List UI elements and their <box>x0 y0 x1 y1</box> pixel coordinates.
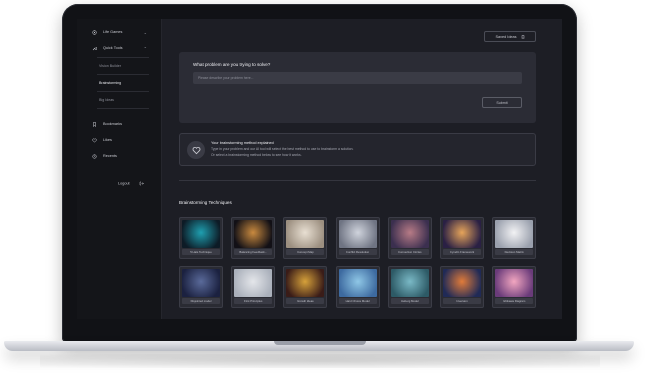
problem-panel: What problem are you trying to solve? Su… <box>179 52 536 123</box>
technique-card[interactable]: 5 Hats Technique <box>179 217 223 259</box>
divider <box>97 91 149 92</box>
technique-thumbnail <box>286 269 325 297</box>
sidebar-item-bookmarks[interactable]: Bookmarks <box>77 117 161 131</box>
sidebar-item-label: Quick Tools <box>103 46 123 50</box>
sidebar-item-likes[interactable]: Likes <box>77 133 161 147</box>
technique-card[interactable]: Concept Map <box>283 217 328 259</box>
technique-card[interactable]: Inversion <box>440 266 484 308</box>
laptop-notch <box>274 341 366 345</box>
technique-thumbnail <box>443 269 481 297</box>
technique-thumbnail <box>495 220 534 248</box>
sidebar-item-recents[interactable]: Recents <box>77 149 161 163</box>
app-screen: Life Games ⌄ Quick Tools ⌃ Vision Builde… <box>77 19 562 319</box>
sidebar-subitem-big-ideas[interactable]: Big Ideas <box>99 98 114 102</box>
technique-card[interactable]: Cynefin Framework <box>440 217 484 259</box>
section-divider <box>179 180 536 181</box>
logout-button[interactable]: Logout <box>118 181 144 186</box>
technique-thumbnail <box>182 220 220 248</box>
technique-card[interactable]: Balancing Feedback... <box>231 217 276 259</box>
technique-label: Disjointed model <box>182 298 220 304</box>
technique-label: 5 Hats Technique <box>182 249 220 255</box>
technique-thumbnail <box>182 269 220 297</box>
heart-icon <box>192 146 200 154</box>
info-title: Your brainstorming method explained <box>211 141 274 145</box>
submit-button[interactable]: Submit <box>482 97 522 108</box>
sidebar: Life Games ⌄ Quick Tools ⌃ Vision Builde… <box>77 19 162 319</box>
sidebar-item-quick-tools[interactable]: Quick Tools ⌃ <box>77 41 161 55</box>
technique-card[interactable]: First Principles <box>231 266 276 308</box>
logout-icon <box>139 181 144 186</box>
technique-label: Balancing Feedback... <box>234 249 273 255</box>
technique-label: Hard Choice Model <box>338 298 377 304</box>
sidebar-item-label: Life Games <box>103 30 123 34</box>
info-text: Or select a brainstorming method below t… <box>211 153 302 157</box>
chevron-up-icon[interactable]: ⌃ <box>144 46 147 51</box>
chevron-down-icon[interactable]: ⌄ <box>144 30 147 35</box>
technique-label: Inversion <box>443 298 481 304</box>
technique-label: Cynefin Framework <box>443 249 481 255</box>
technique-card[interactable]: Decision Matrix <box>492 217 537 259</box>
saved-ideas-button[interactable]: Saved Ideas <box>484 31 536 42</box>
technique-thumbnail <box>390 269 429 297</box>
technique-card[interactable]: Hard Choice Model <box>335 266 380 308</box>
technique-thumbnail <box>234 220 273 248</box>
divider <box>97 57 149 58</box>
heart-icon <box>92 138 97 143</box>
technique-label: Iceberg Model <box>390 298 429 304</box>
method-info-box: Your brainstorming method explained Type… <box>179 133 536 166</box>
technique-card[interactable]: Disjointed model <box>179 266 223 308</box>
problem-title: What problem are you trying to solve? <box>193 62 271 67</box>
techniques-title: Brainstorming Techniques <box>179 200 232 205</box>
sidebar-item-label: Recents <box>103 154 117 158</box>
technique-card[interactable]: Connection Circles <box>387 217 432 259</box>
sidebar-item-label: Likes <box>103 138 112 142</box>
sidebar-item-label: Bookmarks <box>103 122 122 126</box>
technique-thumbnail <box>443 220 481 248</box>
technique-thumbnail <box>338 220 377 248</box>
technique-label: Connection Circles <box>390 249 429 255</box>
sidebar-subitem-brainstorming[interactable]: Brainstorming <box>99 81 121 85</box>
technique-thumbnail <box>495 269 534 297</box>
technique-label: Concept Map <box>286 249 325 255</box>
logout-label: Logout <box>118 181 130 186</box>
technique-thumbnail <box>234 269 273 297</box>
sidebar-item-life-games[interactable]: Life Games ⌄ <box>77 25 161 39</box>
wrench-icon <box>92 46 97 50</box>
divider <box>97 74 149 75</box>
technique-label: Ishikawa Diagram <box>495 298 534 304</box>
technique-card[interactable]: Iceberg Model <box>387 266 432 308</box>
technique-card[interactable]: Ishikawa Diagram <box>492 266 537 308</box>
technique-label: First Principles <box>234 298 273 304</box>
sidebar-subitem-vision-builder[interactable]: Vision Builder <box>99 64 121 68</box>
technique-label: Conflict Resolution <box>338 249 377 255</box>
clock-icon <box>92 153 97 159</box>
puzzle-icon <box>92 29 97 35</box>
bookmark-icon <box>521 34 524 39</box>
laptop-shadow <box>40 354 600 368</box>
divider <box>97 108 149 109</box>
problem-input[interactable] <box>193 72 522 84</box>
technique-label: Growth Ideas <box>286 298 325 304</box>
ai-avatar-icon <box>187 141 205 159</box>
technique-card[interactable]: Conflict Resolution <box>335 217 380 259</box>
main-content: Saved Ideas What problem are you trying … <box>162 19 562 319</box>
technique-thumbnail <box>286 220 325 248</box>
saved-ideas-label: Saved Ideas <box>495 34 517 39</box>
bookmark-icon <box>93 121 96 127</box>
technique-thumbnail <box>338 269 377 297</box>
info-text: Type in your problem and our AI tool wil… <box>211 147 354 151</box>
technique-thumbnail <box>390 220 429 248</box>
technique-card[interactable]: Growth Ideas <box>283 266 328 308</box>
technique-label: Decision Matrix <box>495 249 534 255</box>
